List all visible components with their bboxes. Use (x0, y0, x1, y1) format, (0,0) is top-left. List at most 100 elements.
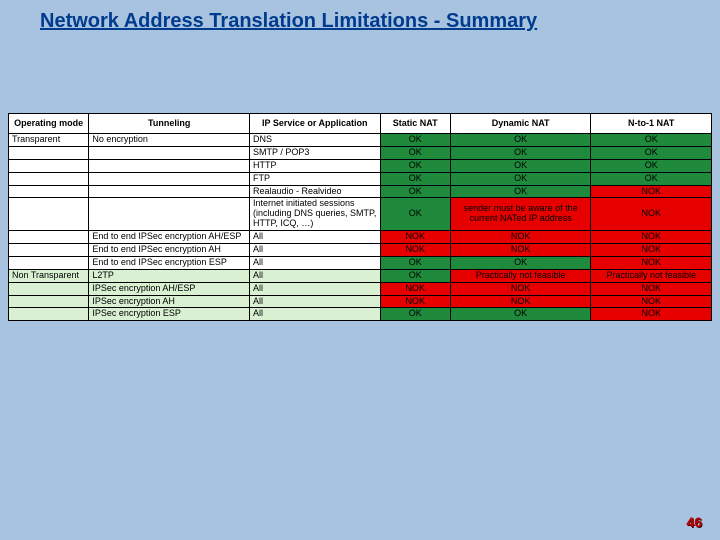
cell-dynamic-nat: OK (450, 256, 591, 269)
cell-service: FTP (250, 172, 381, 185)
cell-nto1-nat: OK (591, 159, 712, 172)
cell-dynamic-nat: OK (450, 134, 591, 147)
cell-nto1-nat: NOK (591, 185, 712, 198)
cell-service: All (250, 308, 381, 321)
cell-nto1-nat: Practically not feasible (591, 269, 712, 282)
cell-tunneling (89, 159, 250, 172)
cell-static-nat: OK (380, 134, 450, 147)
page-title: Network Address Translation Limitations … (0, 0, 720, 33)
col-header-service: IP Service or Application (250, 114, 381, 134)
cell-static-nat: OK (380, 159, 450, 172)
table-row: IPSec encryption AHAllNOKNOKNOK (9, 295, 712, 308)
cell-dynamic-nat: OK (450, 185, 591, 198)
table-row: Non TransparentL2TPAllOK Practically not … (9, 269, 712, 282)
cell-nto1-nat: OK (591, 172, 712, 185)
cell-tunneling: L2TP (89, 269, 250, 282)
table-body: TransparentNo encryptionDNSOKOKOKSMTP / … (9, 134, 712, 321)
cell-tunneling (89, 146, 250, 159)
table-header-row: Operating mode Tunneling IP Service or A… (9, 114, 712, 134)
cell-tunneling: End to end IPSec encryption AH (89, 244, 250, 257)
nat-limitations-table: Operating mode Tunneling IP Service or A… (8, 113, 712, 321)
table-row: HTTPOKOKOK (9, 159, 712, 172)
cell-mode (9, 308, 89, 321)
page-number: 46 (686, 514, 702, 530)
col-header-mode: Operating mode (9, 114, 89, 134)
col-header-static-nat: Static NAT (380, 114, 450, 134)
cell-static-nat: NOK (380, 282, 450, 295)
cell-nto1-nat: NOK (591, 231, 712, 244)
cell-mode: Non Transparent (9, 269, 89, 282)
cell-dynamic-nat: NOK (450, 244, 591, 257)
cell-nto1-nat: NOK (591, 256, 712, 269)
table-row: Realaudio - RealvideoOKOKNOK (9, 185, 712, 198)
cell-static-nat: OK (380, 256, 450, 269)
cell-service: HTTP (250, 159, 381, 172)
cell-dynamic-nat: OK (450, 146, 591, 159)
cell-nto1-nat: OK (591, 146, 712, 159)
cell-tunneling: End to end IPSec encryption ESP (89, 256, 250, 269)
table-row: End to end IPSec encryption AHAllNOKNOKN… (9, 244, 712, 257)
col-header-nto1-nat: N-to-1 NAT (591, 114, 712, 134)
cell-mode (9, 282, 89, 295)
cell-dynamic-nat: sender must be aware of the current NATe… (450, 198, 591, 231)
cell-tunneling (89, 185, 250, 198)
cell-nto1-nat: NOK (591, 295, 712, 308)
cell-mode (9, 244, 89, 257)
table-row: TransparentNo encryptionDNSOKOKOK (9, 134, 712, 147)
table-row: SMTP / POP3OKOKOK (9, 146, 712, 159)
col-header-dynamic-nat: Dynamic NAT (450, 114, 591, 134)
table-row: End to end IPSec encryption ESPAllOKOKNO… (9, 256, 712, 269)
cell-service: Realaudio - Realvideo (250, 185, 381, 198)
cell-static-nat: NOK (380, 231, 450, 244)
cell-mode (9, 172, 89, 185)
cell-mode: Transparent (9, 134, 89, 147)
cell-mode (9, 146, 89, 159)
cell-static-nat: OK (380, 269, 450, 282)
cell-static-nat: OK (380, 308, 450, 321)
cell-service: All (250, 231, 381, 244)
cell-service: SMTP / POP3 (250, 146, 381, 159)
cell-nto1-nat: NOK (591, 282, 712, 295)
table-row: Internet initiated sessions (including D… (9, 198, 712, 231)
cell-static-nat: OK (380, 185, 450, 198)
cell-tunneling: IPSec encryption AH/ESP (89, 282, 250, 295)
cell-mode (9, 231, 89, 244)
cell-tunneling (89, 172, 250, 185)
cell-mode (9, 159, 89, 172)
cell-mode (9, 295, 89, 308)
cell-dynamic-nat: NOK (450, 295, 591, 308)
cell-service: All (250, 256, 381, 269)
cell-mode (9, 185, 89, 198)
nat-table-container: Operating mode Tunneling IP Service or A… (8, 113, 712, 321)
cell-service: All (250, 269, 381, 282)
cell-static-nat: OK (380, 198, 450, 231)
cell-static-nat: OK (380, 146, 450, 159)
cell-static-nat: NOK (380, 244, 450, 257)
cell-tunneling: End to end IPSec encryption AH/ESP (89, 231, 250, 244)
cell-dynamic-nat: NOK (450, 231, 591, 244)
cell-mode (9, 256, 89, 269)
table-row: IPSec encryption ESPAllOKOKNOK (9, 308, 712, 321)
cell-nto1-nat: NOK (591, 244, 712, 257)
cell-tunneling: IPSec encryption AH (89, 295, 250, 308)
cell-tunneling (89, 198, 250, 231)
cell-service: DNS (250, 134, 381, 147)
cell-nto1-nat: OK (591, 134, 712, 147)
cell-nto1-nat: NOK (591, 198, 712, 231)
cell-tunneling: No encryption (89, 134, 250, 147)
cell-service: All (250, 282, 381, 295)
cell-service: All (250, 295, 381, 308)
cell-dynamic-nat: OK (450, 159, 591, 172)
cell-static-nat: OK (380, 172, 450, 185)
cell-dynamic-nat: OK (450, 308, 591, 321)
cell-mode (9, 198, 89, 231)
cell-dynamic-nat: OK (450, 172, 591, 185)
cell-dynamic-nat: NOK (450, 282, 591, 295)
cell-tunneling: IPSec encryption ESP (89, 308, 250, 321)
table-row: IPSec encryption AH/ESPAllNOKNOKNOK (9, 282, 712, 295)
col-header-tunneling: Tunneling (89, 114, 250, 134)
cell-service: Internet initiated sessions (including D… (250, 198, 381, 231)
table-row: FTPOKOKOK (9, 172, 712, 185)
cell-service: All (250, 244, 381, 257)
cell-nto1-nat: NOK (591, 308, 712, 321)
